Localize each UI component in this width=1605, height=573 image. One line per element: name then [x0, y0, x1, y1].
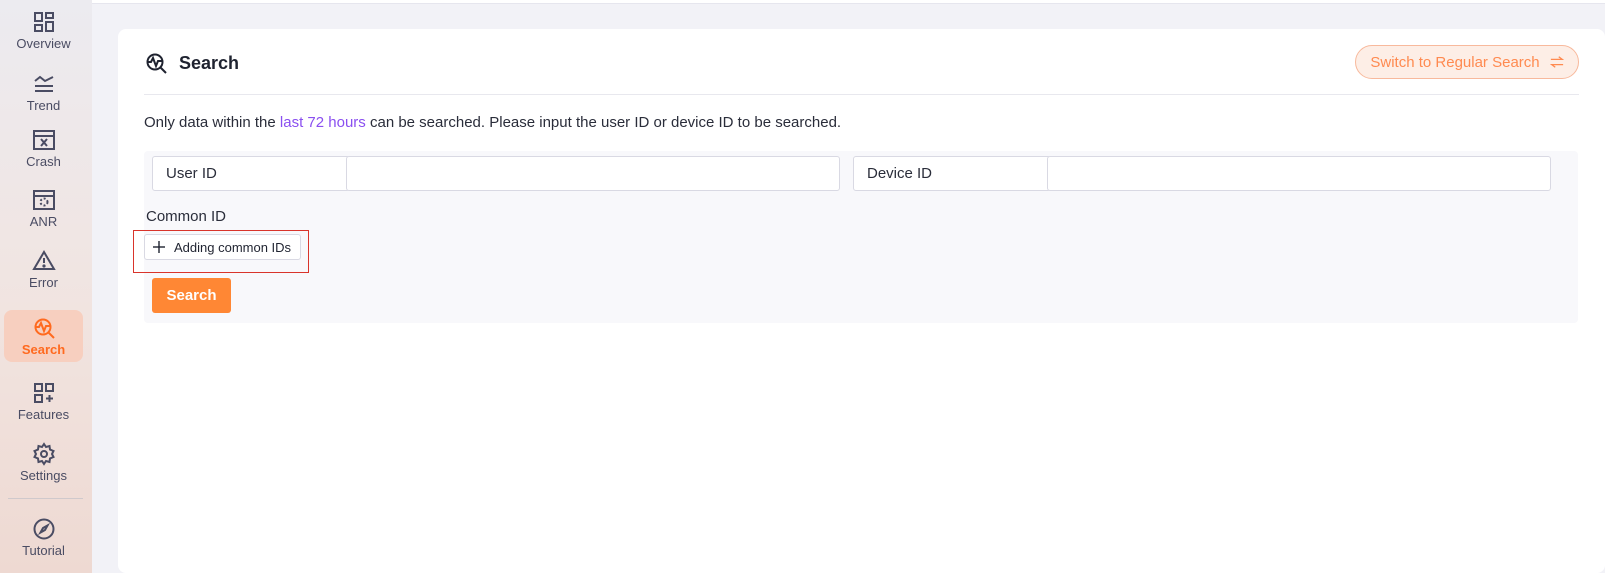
swap-icon: [1549, 56, 1564, 68]
add-common-ids-label: Adding common IDs: [174, 239, 292, 255]
sidebar-item-label: Search: [21, 342, 66, 357]
sidebar-item-label: Settings: [20, 468, 67, 483]
device-id-label: Device ID: [853, 156, 1051, 191]
hint-highlight: last 72 hours: [279, 114, 366, 131]
gear-icon: [32, 442, 56, 466]
sidebar-item-overview[interactable]: Overview: [4, 4, 83, 56]
grid-icon: [32, 10, 56, 34]
search-card: Search Switch to Regular Search Only dat…: [118, 29, 1605, 573]
anr-window-icon: [32, 188, 56, 212]
page-title: Search: [179, 53, 240, 73]
hint-prefix: Only data within the: [144, 114, 280, 131]
switch-label: Switch to Regular Search: [1370, 53, 1540, 71]
sidebar-item-search[interactable]: Search: [4, 310, 83, 362]
hint-suffix: can be searched. Please input the user I…: [365, 114, 842, 131]
sidebar-item-settings[interactable]: Settings: [4, 436, 83, 488]
search-form: User ID Device ID Common ID Adding commo…: [144, 151, 1578, 323]
grid-plus-icon: [32, 381, 56, 405]
search-pulse-icon: [144, 51, 168, 75]
sidebar-item-label: ANR: [29, 214, 58, 229]
sidebar-divider: [8, 498, 83, 499]
sidebar-item-error[interactable]: Error: [4, 243, 83, 295]
user-id-label: User ID: [152, 156, 350, 191]
plus-icon: [153, 241, 165, 253]
sidebar-item-label: Tutorial: [22, 543, 65, 558]
search-hint: Only data within the last 72 hours can b…: [144, 114, 841, 131]
switch-to-regular-search-button[interactable]: Switch to Regular Search: [1355, 45, 1579, 79]
warning-icon: [31, 249, 56, 273]
search-pulse-icon: [32, 316, 56, 340]
add-common-ids-button[interactable]: Adding common IDs: [144, 234, 301, 260]
sidebar-item-anr[interactable]: ANR: [4, 182, 83, 234]
sidebar-item-crash[interactable]: Crash: [4, 122, 83, 174]
device-id-input[interactable]: [1047, 156, 1551, 191]
sidebar-item-label: Crash: [26, 154, 61, 169]
sidebar-item-label: Error: [29, 275, 58, 290]
sidebar-item-trend[interactable]: Trend: [4, 66, 83, 118]
sidebar: Overview Trend Crash ANR Error Search Fe…: [0, 0, 92, 573]
crash-window-icon: [32, 128, 56, 152]
sidebar-item-label: Overview: [16, 36, 71, 51]
sidebar-item-features[interactable]: Features: [4, 375, 83, 427]
compass-icon: [32, 517, 56, 541]
sidebar-item-tutorial[interactable]: Tutorial: [4, 511, 83, 563]
sidebar-item-label: Trend: [26, 98, 61, 113]
sidebar-item-label: Features: [17, 407, 70, 422]
common-id-label: Common ID: [146, 208, 227, 225]
top-bar: [92, 0, 1605, 4]
user-id-input[interactable]: [346, 156, 840, 191]
card-header: Search Switch to Regular Search: [144, 45, 1579, 95]
search-button[interactable]: Search: [152, 278, 231, 313]
trend-icon: [32, 72, 56, 96]
